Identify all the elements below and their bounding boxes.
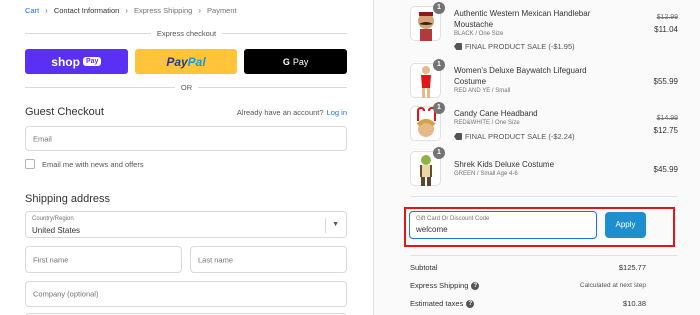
breadcrumb-cart[interactable]: Cart bbox=[25, 6, 39, 15]
item-price: $12.75 bbox=[653, 126, 678, 135]
help-icon[interactable]: ? bbox=[466, 299, 475, 308]
breadcrumb-payment: Payment bbox=[207, 6, 237, 15]
express-pay-buttons: shop Pay Pay Pal G Pay bbox=[25, 49, 348, 74]
select-divider bbox=[325, 218, 326, 233]
shipping-row: Express Shipping ? Calculated at next st… bbox=[410, 281, 646, 290]
shipping-label: Express Shipping bbox=[410, 281, 469, 290]
item-name: Authentic Western Mexican Handlebar Mous… bbox=[454, 9, 591, 29]
item-variant: RED&WHITE / One Size bbox=[454, 120, 520, 126]
country-value: United States bbox=[32, 226, 81, 235]
newsletter-option: Email me with news and offers bbox=[25, 159, 144, 169]
or-label: OR bbox=[174, 83, 199, 92]
cart-item: 1 Shrek Kids Deluxe Costume GREEN / Smal… bbox=[410, 147, 678, 191]
chevron-down-icon: ▼ bbox=[332, 221, 339, 228]
shop-pay-logo-text: shop bbox=[51, 54, 80, 69]
item-variant: RED AND YE / Small bbox=[454, 88, 511, 94]
shop-pay-badge: Pay bbox=[82, 57, 102, 66]
company-field[interactable]: Company (optional) bbox=[25, 281, 347, 307]
item-discount: FINAL PRODUCT SALE (-$2.24) bbox=[454, 132, 575, 141]
quantity-badge: 1 bbox=[433, 2, 445, 14]
tag-icon bbox=[454, 43, 462, 50]
product-image: 1 bbox=[410, 59, 445, 98]
chevron-right-icon: › bbox=[45, 6, 48, 15]
product-image: 1 bbox=[410, 102, 445, 141]
item-variant: GREEN / Small Age 4-6 bbox=[454, 171, 518, 177]
google-pay-label: Pay bbox=[292, 56, 309, 67]
item-original-price: $14.99 bbox=[656, 115, 678, 122]
apply-button[interactable]: Apply bbox=[605, 212, 646, 238]
item-variant: BLACK / One Size bbox=[454, 31, 504, 37]
email-field[interactable]: Email bbox=[25, 126, 347, 151]
item-price: $45.99 bbox=[653, 165, 678, 174]
country-label: Country/Region bbox=[32, 216, 74, 222]
quantity-badge: 1 bbox=[433, 147, 445, 159]
country-select[interactable]: Country/Region United States ▼ bbox=[25, 211, 347, 238]
paypal-button[interactable]: Pay Pal bbox=[134, 49, 238, 74]
shipping-address-title: Shipping address bbox=[25, 193, 111, 205]
product-image: 1 bbox=[410, 2, 445, 41]
quantity-badge: 1 bbox=[433, 102, 445, 114]
item-discount-label: FINAL PRODUCT SALE (-$2.24) bbox=[465, 132, 575, 141]
item-price: $11.04 bbox=[654, 25, 678, 34]
subtotal-value: $125.77 bbox=[618, 263, 646, 272]
last-name-field[interactable]: Last name bbox=[190, 246, 347, 273]
paypal-logo-pay: Pay bbox=[166, 54, 188, 69]
cart-item: 1 Authentic Western Mexican Handlebar Mo… bbox=[410, 2, 678, 56]
email-placeholder: Email bbox=[33, 134, 52, 143]
taxes-label: Estimated taxes bbox=[410, 299, 464, 308]
company-placeholder: Company (optional) bbox=[33, 289, 99, 299]
cart-item: 1 Women's Deluxe Baywatch Lifeguard Cost… bbox=[410, 59, 678, 103]
tag-icon bbox=[454, 133, 462, 140]
have-account-label: Already have an account? bbox=[236, 108, 324, 117]
product-image: 1 bbox=[410, 147, 445, 186]
order-summary-panel: 1 Authentic Western Mexican Handlebar Mo… bbox=[373, 0, 700, 315]
chevron-right-icon: › bbox=[125, 6, 128, 15]
last-name-placeholder: Last name bbox=[198, 255, 234, 264]
guest-checkout-title: Guest Checkout bbox=[25, 106, 104, 118]
quantity-badge: 1 bbox=[433, 59, 445, 71]
shop-pay-button[interactable]: shop Pay bbox=[25, 49, 128, 74]
item-discount-label: FINAL PRODUCT SALE (-$1.95) bbox=[465, 42, 575, 51]
paypal-logo-pal: Pal bbox=[187, 54, 206, 69]
breadcrumb: Cart › Contact Information › Express Shi… bbox=[25, 6, 237, 15]
newsletter-checkbox[interactable] bbox=[25, 159, 35, 169]
discount-code-value: welcome bbox=[416, 225, 448, 234]
cart-item: 1 Candy Cane Headband RED&WHITE / One Si… bbox=[410, 102, 678, 148]
have-account-text: Already have an account? Log in bbox=[237, 108, 347, 117]
summary-divider bbox=[410, 196, 678, 197]
taxes-row: Estimated taxes ? $10.38 bbox=[410, 299, 646, 308]
item-name: Shrek Kids Deluxe Costume bbox=[454, 160, 555, 169]
summary-divider bbox=[410, 255, 678, 256]
item-discount: FINAL PRODUCT SALE (-$1.95) bbox=[454, 42, 575, 51]
item-original-price: $12.99 bbox=[656, 14, 678, 21]
subtotal-row: Subtotal $125.77 bbox=[410, 263, 646, 272]
item-name: Candy Cane Headband bbox=[454, 109, 538, 118]
login-link[interactable]: Log in bbox=[327, 108, 347, 117]
first-name-placeholder: First name bbox=[33, 255, 69, 264]
discount-code-label: Gift Card Or Discount Code bbox=[416, 216, 490, 222]
google-g-icon: G bbox=[282, 56, 290, 67]
first-name-field[interactable]: First name bbox=[25, 246, 182, 273]
item-name: Women's Deluxe Baywatch Lifeguard Costum… bbox=[454, 66, 587, 86]
google-pay-button[interactable]: G Pay bbox=[244, 49, 348, 74]
taxes-value: $10.38 bbox=[623, 299, 646, 308]
shipping-value: Calculated at next step bbox=[579, 282, 646, 289]
help-icon[interactable]: ? bbox=[471, 281, 480, 290]
discount-code-field[interactable]: Gift Card Or Discount Code welcome bbox=[409, 211, 597, 239]
breadcrumb-express-shipping: Express Shipping bbox=[133, 6, 193, 15]
newsletter-label: Email me with news and offers bbox=[42, 159, 144, 169]
item-price: $55.99 bbox=[653, 77, 678, 86]
subtotal-label: Subtotal bbox=[410, 263, 438, 272]
checkout-form-panel: Cart › Contact Information › Express Shi… bbox=[0, 0, 373, 315]
breadcrumb-contact-information: Contact Information bbox=[53, 6, 120, 15]
chevron-right-icon: › bbox=[198, 6, 202, 15]
express-checkout-label: Express checkout bbox=[150, 29, 223, 38]
